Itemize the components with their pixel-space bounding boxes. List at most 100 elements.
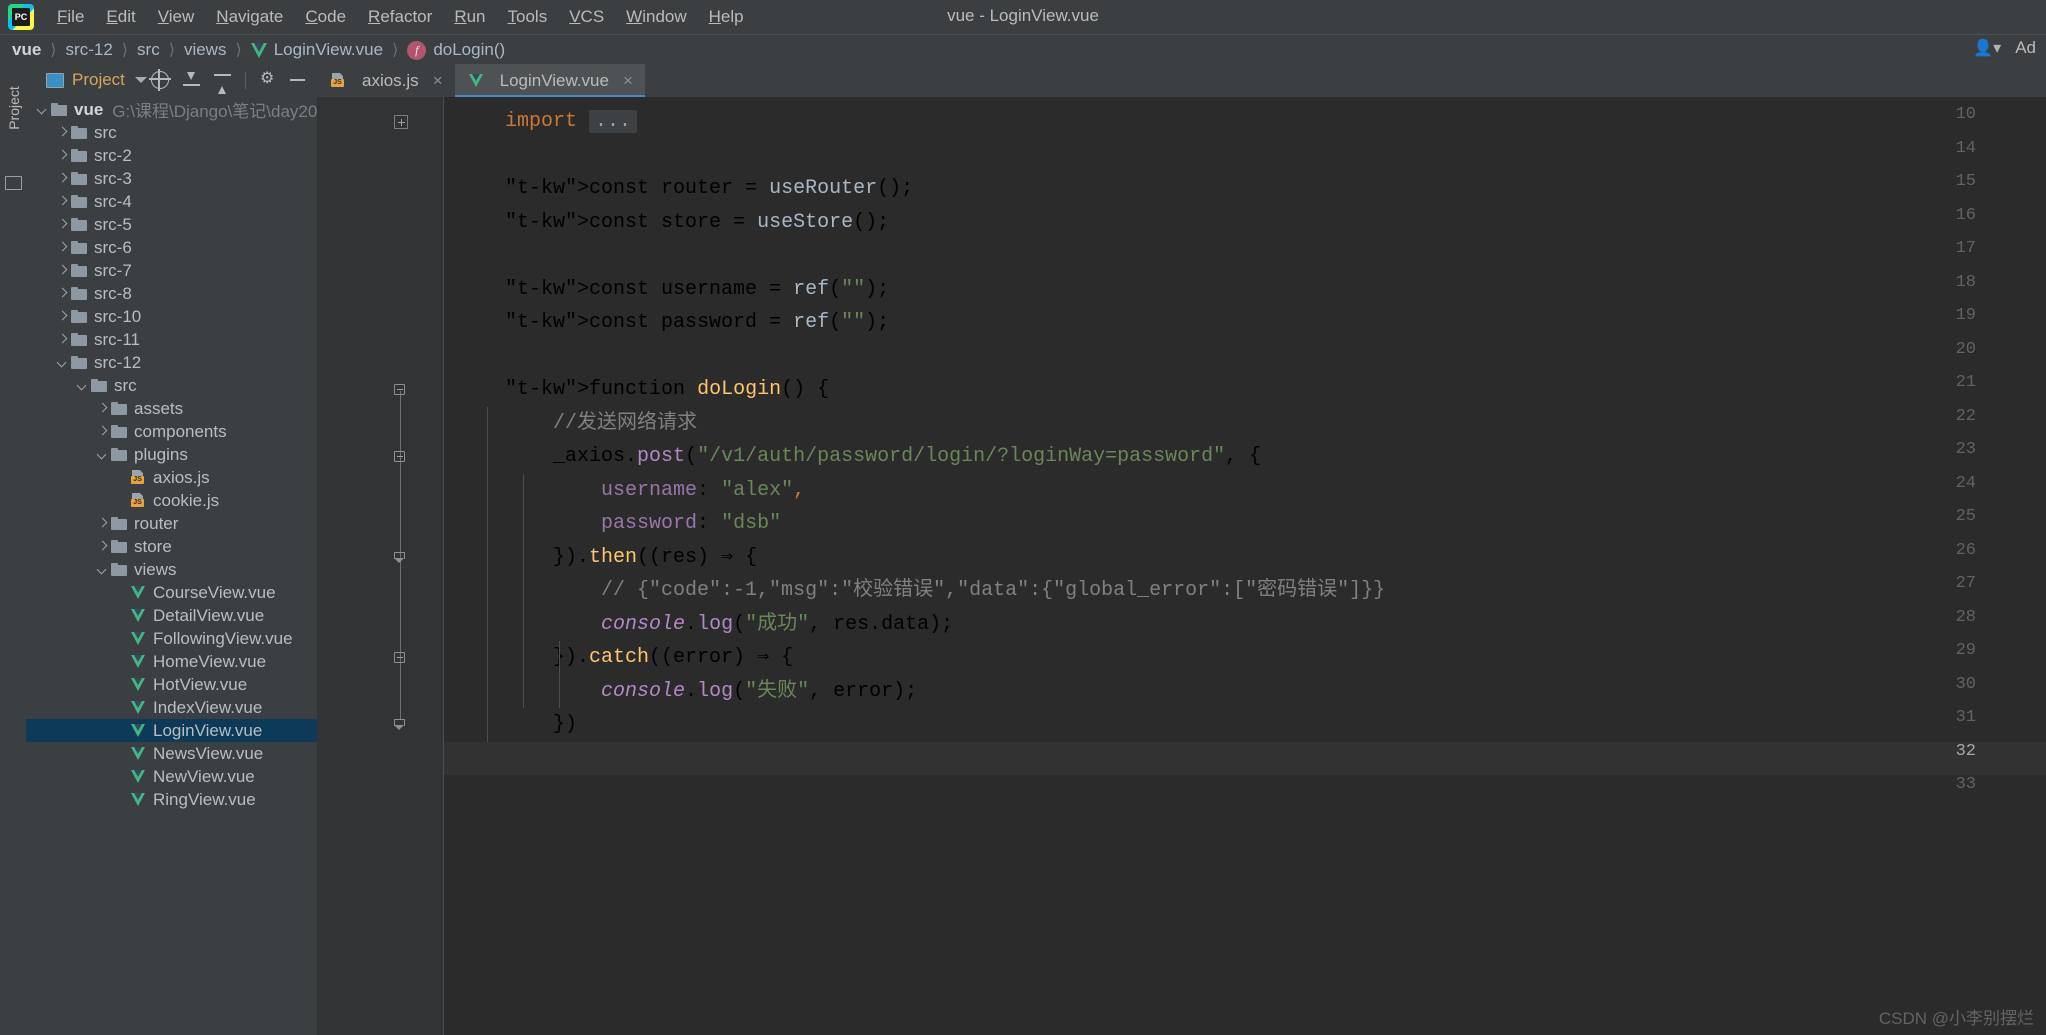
- tree-row-src-2[interactable]: src-2: [26, 144, 317, 167]
- tree-row-followingview-vue[interactable]: FollowingView.vue: [26, 627, 317, 650]
- menu-item-vcs[interactable]: VCS: [558, 4, 615, 30]
- code-line: "t-kw">const router = useRouter();: [505, 177, 914, 200]
- tree-row-hotview-vue[interactable]: HotView.vue: [26, 673, 317, 696]
- menu-item-view[interactable]: View: [147, 4, 206, 30]
- tree-row-src-7[interactable]: src-7: [26, 259, 317, 282]
- chevron-down-icon[interactable]: [56, 356, 69, 369]
- vue-file-icon: [131, 724, 146, 737]
- tree-row-src-12[interactable]: src-12: [26, 351, 317, 374]
- indent-guide: [487, 406, 488, 742]
- tree-row-components[interactable]: components: [26, 420, 317, 443]
- stripe-button-project[interactable]: Project: [6, 78, 22, 138]
- menu-item-code[interactable]: Code: [294, 4, 357, 30]
- tree-row-homeview-vue[interactable]: HomeView.vue: [26, 650, 317, 673]
- toolbar-divider: [245, 71, 246, 89]
- chevron-right-icon[interactable]: [56, 149, 69, 162]
- tree-row-axios-js[interactable]: axios.js: [26, 466, 317, 489]
- chevron-right-icon[interactable]: [56, 126, 69, 139]
- editor-area: axios.js × LoginView.vue × 10 import ...141…: [317, 64, 2046, 1035]
- close-icon[interactable]: ×: [623, 71, 633, 91]
- tree-row-src-11[interactable]: src-11: [26, 328, 317, 351]
- tree-row-courseview-vue[interactable]: CourseView.vue: [26, 581, 317, 604]
- tree-row-router[interactable]: router: [26, 512, 317, 535]
- chevron-right-icon[interactable]: [56, 287, 69, 300]
- chevron-right-icon[interactable]: [56, 310, 69, 323]
- user-account-icon[interactable]: 👤▾: [1973, 38, 2001, 58]
- chevron-down-icon[interactable]: [96, 448, 109, 461]
- editor-tab-loginview-vue[interactable]: LoginView.vue ×: [454, 64, 646, 97]
- tree-row-src-8[interactable]: src-8: [26, 282, 317, 305]
- add-config-button[interactable]: Ad: [2015, 38, 2036, 58]
- breadcrumb-item-file[interactable]: LoginView.vue: [250, 40, 383, 60]
- menu-item-window[interactable]: Window: [615, 4, 697, 30]
- tree-row-newview-vue[interactable]: NewView.vue: [26, 765, 317, 788]
- chevron-right-icon[interactable]: [56, 172, 69, 185]
- breadcrumb-item-project[interactable]: vue: [12, 40, 41, 60]
- menu-item-refactor[interactable]: Refactor: [357, 4, 443, 30]
- expand-all-icon[interactable]: [183, 72, 200, 88]
- tree-item-label: CourseView.vue: [153, 582, 276, 602]
- chevron-right-icon[interactable]: [96, 540, 109, 553]
- tree-row-cookie-js[interactable]: cookie.js: [26, 489, 317, 512]
- structure-icon[interactable]: [5, 176, 22, 190]
- breadcrumb-item-views[interactable]: views: [184, 40, 227, 60]
- fold-collapse-icon[interactable]: [394, 652, 405, 663]
- editor-gutter[interactable]: [317, 97, 443, 1035]
- project-file-tree[interactable]: vue G:\课程\Django\笔记\day20 vue src src-2 src-…: [26, 96, 349, 811]
- tree-row-store[interactable]: store: [26, 535, 317, 558]
- tree-row-vue[interactable]: vue G:\课程\Django\笔记\day20 vue: [26, 98, 349, 121]
- chevron-right-icon[interactable]: [56, 333, 69, 346]
- breadcrumb-item-src[interactable]: src: [137, 40, 160, 60]
- menu-item-help[interactable]: Help: [698, 4, 755, 30]
- chevron-right-icon[interactable]: [56, 264, 69, 277]
- tree-row-detailview-vue[interactable]: DetailView.vue: [26, 604, 317, 627]
- gear-icon[interactable]: ⚙: [260, 71, 276, 88]
- chevron-right-icon[interactable]: [96, 425, 109, 438]
- editor-tab-axios-js[interactable]: axios.js ×: [317, 64, 455, 97]
- tree-row-src[interactable]: src: [26, 374, 317, 397]
- tree-row-assets[interactable]: assets: [26, 397, 317, 420]
- fold-region-end-icon[interactable]: [394, 719, 405, 730]
- tree-row-src-6[interactable]: src-6: [26, 236, 317, 259]
- chevron-right-icon[interactable]: [56, 218, 69, 231]
- chevron-down-icon[interactable]: [134, 77, 147, 83]
- tree-row-plugins[interactable]: plugins: [26, 443, 317, 466]
- tree-row-src-4[interactable]: src-4: [26, 190, 317, 213]
- chevron-right-icon[interactable]: [56, 241, 69, 254]
- chevron-down-icon[interactable]: [96, 563, 109, 576]
- chevron-down-icon[interactable]: [76, 379, 89, 392]
- close-icon[interactable]: ×: [433, 71, 443, 91]
- menu-item-run[interactable]: Run: [443, 4, 496, 30]
- tree-row-src[interactable]: src: [26, 121, 317, 144]
- fold-region-end-icon[interactable]: [394, 551, 405, 563]
- fold-collapse-icon[interactable]: [394, 384, 405, 395]
- scroll-from-source-icon[interactable]: [149, 69, 171, 91]
- fold-collapse-icon[interactable]: [394, 451, 405, 462]
- chevron-right-icon[interactable]: [96, 402, 109, 415]
- vue-file-icon: [131, 609, 146, 622]
- collapse-all-icon[interactable]: [214, 72, 231, 94]
- tree-arrow-spacer: [116, 586, 129, 599]
- chevron-down-icon[interactable]: [36, 103, 49, 116]
- tree-row-loginview-vue[interactable]: LoginView.vue: [26, 719, 317, 742]
- hide-panel-icon[interactable]: [290, 79, 305, 81]
- tree-row-src-10[interactable]: src-10: [26, 305, 317, 328]
- chevron-right-icon[interactable]: [96, 517, 109, 530]
- menu-item-navigate[interactable]: Navigate: [205, 4, 294, 30]
- breadcrumb-item-function[interactable]: f doLogin(): [407, 40, 505, 60]
- menu-item-edit[interactable]: Edit: [95, 4, 146, 30]
- fold-expand-icon[interactable]: [394, 115, 408, 129]
- code-line: "t-kw">const username = ref("");: [505, 277, 890, 301]
- tree-row-views[interactable]: views: [26, 558, 317, 581]
- tree-row-src-3[interactable]: src-3: [26, 167, 317, 190]
- tree-row-src-5[interactable]: src-5: [26, 213, 317, 236]
- tree-row-newsview-vue[interactable]: NewsView.vue: [26, 742, 317, 765]
- code-editor[interactable]: 10 import ... 14 15 "t-kw">const router = …: [317, 97, 2046, 1035]
- tree-row-indexview-vue[interactable]: IndexView.vue: [26, 696, 317, 719]
- menu-item-file[interactable]: File: [46, 4, 95, 30]
- tree-arrow-spacer: [116, 747, 129, 760]
- tree-row-ringview-vue[interactable]: RingView.vue: [26, 788, 317, 811]
- chevron-right-icon[interactable]: [56, 195, 69, 208]
- breadcrumb-item-src12[interactable]: src-12: [66, 40, 113, 60]
- menu-item-tools[interactable]: Tools: [497, 4, 559, 30]
